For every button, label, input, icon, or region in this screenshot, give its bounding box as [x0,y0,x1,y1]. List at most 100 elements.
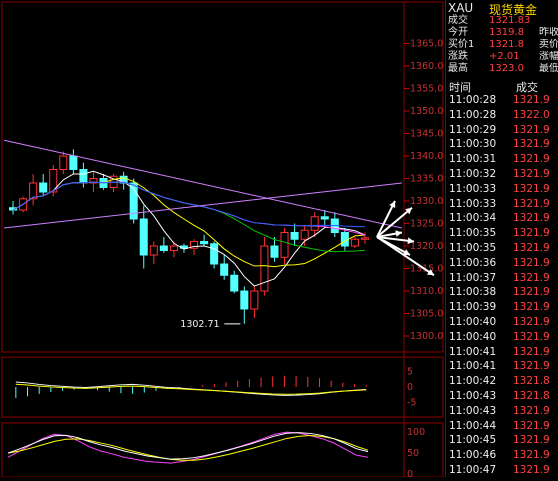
macd-tick-label: -5 [407,398,416,409]
candle-body [270,245,279,258]
trade-time: 11:00:36 [449,256,497,269]
trades-header-price: 成交 [516,81,538,94]
trade-price: 1321.9 [513,182,550,195]
trade-row: 11:00:43 1321.9 [446,405,558,417]
symbol-code: XAU [448,1,474,15]
quote-label-2: 昨收 [539,27,558,38]
trade-row: 11:00:31 1321.9 [446,153,558,165]
trade-time: 11:00:40 [449,330,497,343]
trade-row: 11:00:34 1321.9 [446,212,558,224]
trade-price: 1321.9 [513,227,550,240]
trade-price: 1321.9 [513,94,550,106]
trade-row: 11:00:41 1321.9 [446,360,558,372]
kdj-tick-label: 50 [407,448,419,459]
trade-time: 11:00:45 [449,434,497,447]
candle-body [280,232,289,258]
trade-price: 1321.9 [513,449,550,462]
trade-price: 1321.9 [513,138,550,151]
trade-row: 11:00:33 1321.9 [446,198,558,210]
candle-body [149,245,158,256]
trade-price: 1321.8 [513,375,550,388]
trade-time: 11:00:41 [449,345,497,358]
trade-time: 11:00:38 [449,286,497,299]
quote-value: +2.01 [489,51,520,62]
chart-svg: 1365.0 1360.0 1355.0 1350.0 1345.0 1340.0 1335… [1,1,444,480]
kdj-tick-label: 0 [407,469,413,477]
price-tick-label: 1320.0 [410,241,443,252]
candle-body [310,216,319,231]
trade-price: 1321.8 [513,390,550,402]
trade-price: 1321.9 [513,256,550,269]
trade-time: 11:00:28 [449,108,497,121]
macd-tick-label: 0 [407,382,413,393]
trade-time: 11:00:33 [449,197,497,210]
trade-row: 11:00:41 1321.9 [446,346,558,358]
quote-label-2: 卖价 [539,39,558,50]
quote-label: 买价1 [448,39,475,50]
trade-time: 11:00:47 [449,464,497,476]
kdj-line [7,435,369,461]
trade-price: 1321.9 [513,153,550,166]
trade-row: 11:00:42 1321.8 [446,375,558,387]
price-tick-label: 1345.0 [410,129,443,140]
trade-row: 11:00:30 1321.9 [446,138,558,150]
trade-row: 11:00:37 1321.9 [446,272,558,284]
macd-tick-label: 5 [407,366,413,377]
trade-row: 11:00:29 1321.9 [446,124,558,136]
quote-label: 成交 [448,15,468,26]
price-tick-label: 1350.0 [410,106,443,117]
trade-row: 11:00:40 1321.9 [446,316,558,328]
trade-price: 1321.9 [513,345,550,358]
trade-time: 11:00:28 [449,94,497,106]
quote-row: 涨跌 +2.01 涨幅 [446,51,558,62]
trade-time: 11:00:46 [449,449,497,462]
trade-row: 11:00:43 1321.8 [446,390,558,402]
candle-body [300,229,309,240]
price-tick-label: 1305.0 [410,309,443,320]
trade-price: 1321.9 [513,212,550,225]
price-tick-label: 1310.0 [410,286,443,297]
trade-time: 11:00:37 [449,271,497,284]
candle-body [59,155,68,170]
trade-row: 11:00:32 1321.9 [446,168,558,180]
candle-body [220,263,229,276]
quote-value: 1323.0 [489,63,524,74]
trade-price: 1321.9 [513,242,550,254]
quote-panel: XAU 现货黄金 成交 1321.83 今开 1319.8 昨收 买价1 1321… [445,0,558,477]
price-tick-label: 1360.0 [410,61,443,72]
trade-time: 11:00:44 [449,419,497,432]
trade-row: 11:00:47 1321.9 [446,464,558,476]
quote-label-2: 涨幅 [539,51,558,62]
quote-label: 最高 [448,63,468,74]
trade-price: 1321.9 [513,316,550,328]
trade-row: 11:00:35 1321.9 [446,242,558,254]
candlestick-chart[interactable]: 1365.0 1360.0 1355.0 1350.0 1345.0 1340.0 1335… [0,0,445,480]
trade-time: 11:00:32 [449,168,497,180]
candle-body [290,232,299,240]
candle-body [79,169,88,184]
candle-body [139,218,148,256]
trade-price: 1321.9 [513,404,550,417]
candle-body [350,238,359,247]
price-tick-label: 1300.0 [410,331,443,342]
trade-time: 11:00:29 [449,123,497,136]
trade-price: 1321.9 [513,301,550,314]
annotation-arrow [376,206,413,238]
trade-time: 11:00:40 [449,316,497,328]
price-tick-label: 1355.0 [410,84,443,95]
quote-row: 最高 1323.0 最低 [446,63,558,74]
trade-time: 11:00:42 [449,375,497,388]
trade-time: 11:00:43 [449,390,497,402]
trade-price: 1321.9 [513,464,550,476]
trade-row: 11:00:28 1321.9 [446,94,558,106]
trade-time: 11:00:43 [449,404,497,417]
trade-price: 1321.9 [513,330,550,343]
trend-line-upper [3,139,403,229]
candle-body [360,237,369,240]
quote-row: 买价1 1321.8 卖价 [446,39,558,50]
trade-time: 11:00:30 [449,138,497,151]
trade-time: 11:00:34 [449,212,497,225]
trade-time: 11:00:35 [449,242,497,254]
quote-value: 1319.8 [489,27,524,38]
quote-label: 今开 [448,27,468,38]
